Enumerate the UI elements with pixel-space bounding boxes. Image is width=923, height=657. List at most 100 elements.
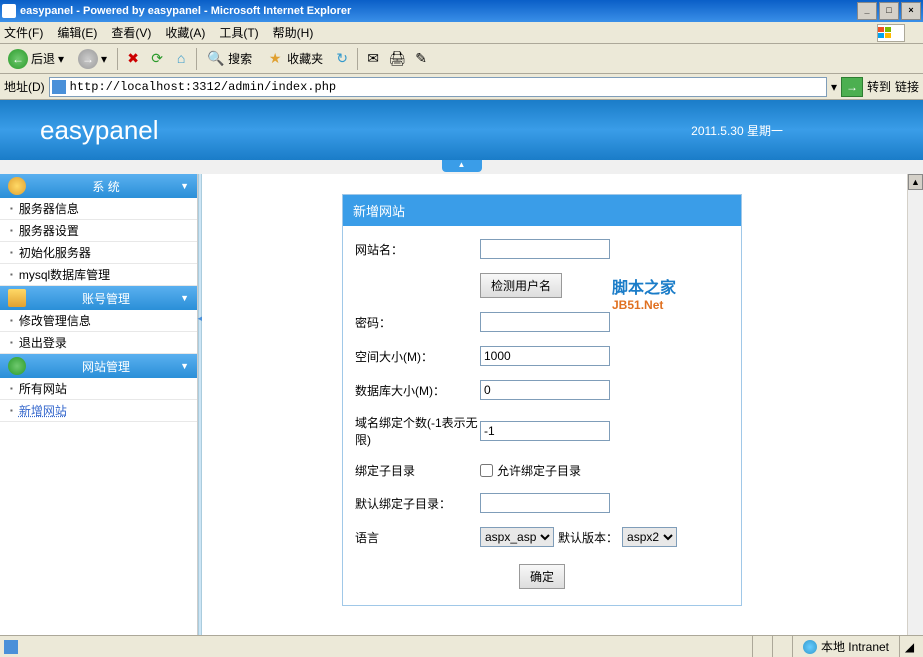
sidebar: 系 统▼服务器信息服务器设置初始化服务器mysql数据库管理账号管理▼修改管理信… — [0, 174, 198, 635]
submit-button[interactable]: 确定 — [519, 564, 565, 589]
version-select[interactable]: aspx2 — [622, 527, 677, 547]
back-button[interactable]: ← 后退 ▾ — [4, 47, 68, 71]
refresh-icon[interactable]: ⟳ — [148, 50, 166, 68]
search-button[interactable]: 🔍 搜索 — [203, 48, 256, 70]
collapse-handle[interactable]: ▲ — [442, 160, 482, 172]
form-panel: 新增网站 网站名： 检测用户名 密码： 空间大小(M)： — [342, 194, 742, 606]
maximize-button[interactable]: □ — [879, 2, 899, 20]
password-label: 密码： — [355, 314, 480, 331]
sidebar-item-label: mysql数据库管理 — [19, 266, 110, 283]
domain-count-input[interactable] — [480, 421, 610, 441]
site-name-label: 网站名： — [355, 241, 480, 258]
window-titlebar: easypanel - Powered by easypanel - Micro… — [0, 0, 923, 22]
close-button[interactable]: × — [901, 2, 921, 20]
section-icon — [8, 177, 26, 195]
favorites-label: 收藏夹 — [287, 50, 323, 67]
stop-icon[interactable]: ✖ — [124, 50, 142, 68]
subdir-checkbox-wrap[interactable]: 允许绑定子目录 — [480, 462, 581, 479]
forward-button[interactable]: → ▾ — [74, 47, 111, 71]
sidebar-item-label: 服务器设置 — [19, 222, 79, 239]
zone-label: 本地 Intranet — [821, 638, 889, 655]
separator — [117, 48, 118, 70]
lang-label: 语言 — [355, 529, 480, 546]
section-title: 系 统 — [32, 178, 180, 195]
collapse-strip: ▲ — [0, 160, 923, 174]
sidebar-item[interactable]: 退出登录 — [0, 332, 197, 354]
sidebar-item[interactable]: mysql数据库管理 — [0, 264, 197, 286]
app-date: 2011.5.30 星期一 — [691, 122, 783, 139]
default-subdir-label: 默认绑定子目录： — [355, 495, 480, 512]
default-subdir-input[interactable] — [480, 493, 610, 513]
sidebar-section-header[interactable]: 网站管理▼ — [0, 354, 197, 378]
page-icon — [52, 80, 66, 94]
forward-icon: → — [78, 49, 98, 69]
sidebar-item[interactable]: 服务器设置 — [0, 220, 197, 242]
chevron-down-icon: ▼ — [180, 361, 189, 371]
app-title: easypanel — [40, 115, 159, 146]
print-icon[interactable]: 🖨 — [388, 50, 406, 68]
site-name-input[interactable] — [480, 239, 610, 259]
address-dropdown-icon[interactable]: ▾ — [831, 80, 837, 94]
sidebar-item[interactable]: 新增网站 — [0, 400, 197, 422]
menu-edit[interactable]: 编辑(E) — [57, 24, 97, 41]
history-icon[interactable]: ↻ — [333, 50, 351, 68]
separator — [196, 48, 197, 70]
menu-tools[interactable]: 工具(T) — [219, 24, 258, 41]
chevron-down-icon: ▾ — [101, 52, 107, 66]
mail-icon[interactable]: ✉ — [364, 50, 382, 68]
search-label: 搜索 — [228, 50, 252, 67]
favorites-button[interactable]: ★ 收藏夹 — [262, 48, 327, 70]
go-label[interactable]: 转到 — [867, 78, 891, 95]
ie-logo — [877, 24, 905, 42]
password-input[interactable] — [480, 312, 610, 332]
sidebar-item-label: 退出登录 — [19, 334, 67, 351]
window-title: easypanel - Powered by easypanel - Micro… — [20, 5, 351, 17]
space-input[interactable] — [480, 346, 610, 366]
search-icon: 🔍 — [207, 50, 225, 68]
subdir-checkbox-label: 允许绑定子目录 — [497, 462, 581, 479]
section-title: 网站管理 — [32, 358, 180, 375]
status-bar: 本地 Intranet ◢ — [0, 635, 923, 657]
go-button[interactable]: → — [841, 77, 863, 97]
links-label[interactable]: 链接 — [895, 78, 919, 95]
sidebar-item-label: 所有网站 — [19, 380, 67, 397]
lang-select[interactable]: aspx_asp — [480, 527, 554, 547]
menu-favorites[interactable]: 收藏(A) — [165, 24, 205, 41]
version-label: 默认版本： — [558, 529, 618, 546]
subdir-label: 绑定子目录 — [355, 462, 480, 479]
section-title: 账号管理 — [32, 290, 180, 307]
scroll-up-icon[interactable]: ▲ — [908, 174, 923, 190]
zone-icon — [803, 640, 817, 654]
toolbar: ← 后退 ▾ → ▾ ✖ ⟳ ⌂ 🔍 搜索 ★ 收藏夹 ↻ ✉ 🖨 ✎ — [0, 44, 923, 74]
edit-icon[interactable]: ✎ — [412, 50, 430, 68]
content-area: 脚本之家 JB51.Net 新增网站 网站名： 检测用户名 密码： 空 — [202, 174, 923, 635]
sidebar-item[interactable]: 初始化服务器 — [0, 242, 197, 264]
minimize-button[interactable]: _ — [857, 2, 877, 20]
chevron-down-icon: ▾ — [58, 52, 64, 66]
chevron-down-icon: ▼ — [180, 293, 189, 303]
address-input[interactable]: http://localhost:3312/admin/index.php — [49, 77, 827, 97]
status-block — [752, 636, 772, 657]
sidebar-item[interactable]: 服务器信息 — [0, 198, 197, 220]
resize-grip-icon[interactable]: ◢ — [899, 636, 919, 657]
sidebar-section-header[interactable]: 系 统▼ — [0, 174, 197, 198]
check-user-button[interactable]: 检测用户名 — [480, 273, 562, 298]
space-label: 空间大小(M)： — [355, 348, 480, 365]
subdir-checkbox[interactable] — [480, 464, 493, 477]
menu-help[interactable]: 帮助(H) — [273, 24, 314, 41]
sidebar-item-label: 新增网站 — [19, 402, 67, 419]
menu-view[interactable]: 查看(V) — [111, 24, 151, 41]
sidebar-section-header[interactable]: 账号管理▼ — [0, 286, 197, 310]
vertical-scrollbar[interactable]: ▲ — [907, 174, 923, 635]
sidebar-item[interactable]: 所有网站 — [0, 378, 197, 400]
db-input[interactable] — [480, 380, 610, 400]
menu-bar: 文件(F) 编辑(E) 查看(V) 收藏(A) 工具(T) 帮助(H) — [0, 22, 923, 44]
home-icon[interactable]: ⌂ — [172, 50, 190, 68]
app-header: easypanel 2011.5.30 星期一 — [0, 100, 923, 160]
sidebar-item-label: 修改管理信息 — [19, 312, 91, 329]
menu-file[interactable]: 文件(F) — [4, 24, 43, 41]
section-icon — [8, 357, 26, 375]
back-label: 后退 — [31, 50, 55, 67]
star-icon: ★ — [266, 50, 284, 68]
sidebar-item[interactable]: 修改管理信息 — [0, 310, 197, 332]
